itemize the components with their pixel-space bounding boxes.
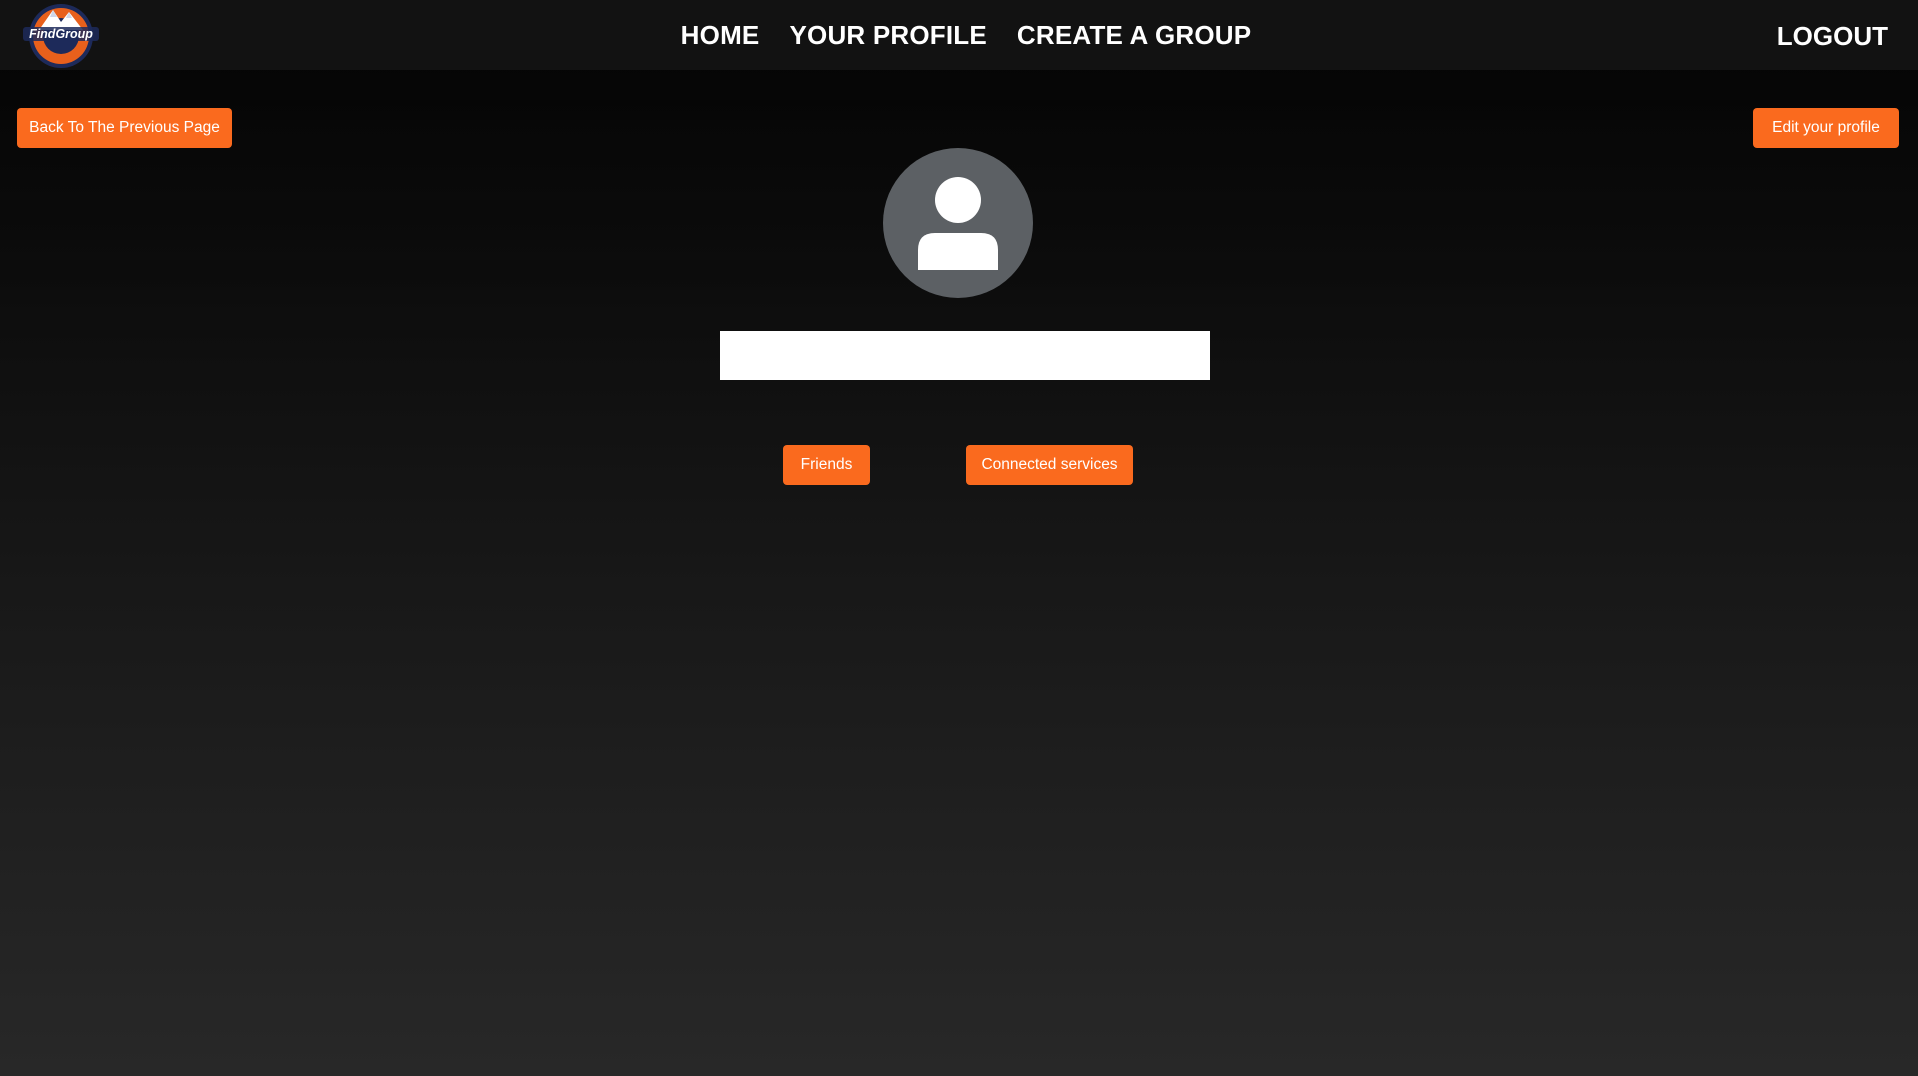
nav-your-profile-link[interactable]: YOUR PROFILE <box>789 0 986 70</box>
avatar <box>883 148 1033 298</box>
profile-name-field[interactable] <box>720 331 1210 380</box>
back-button[interactable]: Back To The Previous Page <box>17 108 232 148</box>
main-nav: HOME YOUR PROFILE CREATE A GROUP <box>0 0 1918 70</box>
nav-create-group-link[interactable]: CREATE A GROUP <box>1017 0 1251 70</box>
user-icon <box>918 177 998 270</box>
edit-profile-button[interactable]: Edit your profile <box>1753 108 1899 148</box>
connected-services-button[interactable]: Connected services <box>966 445 1133 485</box>
friends-button[interactable]: Friends <box>783 445 870 485</box>
top-navbar: FindGroup HOME YOUR PROFILE CREATE A GRO… <box>0 0 1918 70</box>
logout-link[interactable]: LOGOUT <box>1777 0 1888 72</box>
nav-home-link[interactable]: HOME <box>681 0 760 70</box>
